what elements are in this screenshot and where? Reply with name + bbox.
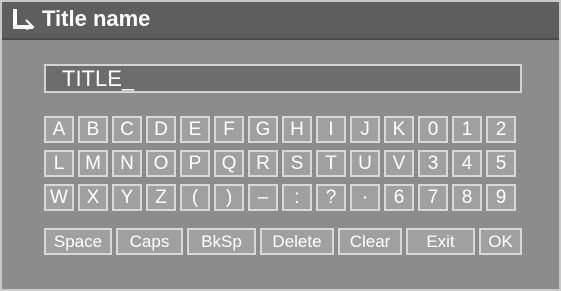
key-1-5[interactable]: Q xyxy=(214,150,244,177)
key-2-7[interactable]: : xyxy=(282,184,312,211)
key-2-3[interactable]: Z xyxy=(146,184,176,211)
key-0-7[interactable]: H xyxy=(282,116,312,143)
key-0-13[interactable]: 2 xyxy=(486,116,516,143)
title-name-dialog: Title name TITLE_ ABCDEFGHIJK012LMNOPQRS… xyxy=(0,0,561,291)
key-0-10[interactable]: K xyxy=(384,116,414,143)
space-key[interactable]: Space xyxy=(44,228,112,255)
key-1-9[interactable]: U xyxy=(350,150,380,177)
key-2-1[interactable]: X xyxy=(78,184,108,211)
key-1-13[interactable]: 5 xyxy=(486,150,516,177)
key-1-7[interactable]: S xyxy=(282,150,312,177)
key-0-6[interactable]: G xyxy=(248,116,278,143)
key-2-9[interactable]: · xyxy=(350,184,380,211)
key-0-9[interactable]: J xyxy=(350,116,380,143)
clear-key[interactable]: Clear xyxy=(338,228,402,255)
bksp-key[interactable]: BkSp xyxy=(187,228,256,255)
key-1-8[interactable]: T xyxy=(316,150,346,177)
caps-key[interactable]: Caps xyxy=(116,228,183,255)
key-1-11[interactable]: 3 xyxy=(418,150,448,177)
key-0-12[interactable]: 1 xyxy=(452,116,482,143)
key-0-2[interactable]: C xyxy=(112,116,142,143)
title-bar: Title name xyxy=(2,2,559,40)
key-1-0[interactable]: L xyxy=(44,150,74,177)
key-1-12[interactable]: 4 xyxy=(452,150,482,177)
key-0-0[interactable]: A xyxy=(44,116,74,143)
title-entry-field[interactable]: TITLE_ xyxy=(44,64,522,93)
key-0-11[interactable]: 0 xyxy=(418,116,448,143)
key-1-3[interactable]: O xyxy=(146,150,176,177)
key-2-0[interactable]: W xyxy=(44,184,74,211)
key-1-10[interactable]: V xyxy=(384,150,414,177)
key-0-3[interactable]: D xyxy=(146,116,176,143)
key-2-4[interactable]: ( xyxy=(180,184,210,211)
key-1-1[interactable]: M xyxy=(78,150,108,177)
key-2-12[interactable]: 8 xyxy=(452,184,482,211)
corner-arrow-icon xyxy=(13,9,35,30)
key-2-13[interactable]: 9 xyxy=(486,184,516,211)
key-2-11[interactable]: 7 xyxy=(418,184,448,211)
key-0-5[interactable]: F xyxy=(214,116,244,143)
key-2-6[interactable]: – xyxy=(248,184,278,211)
key-0-4[interactable]: E xyxy=(180,116,210,143)
key-1-4[interactable]: P xyxy=(180,150,210,177)
dialog-title: Title name xyxy=(42,6,151,31)
key-2-10[interactable]: 6 xyxy=(384,184,414,211)
ok-key[interactable]: OK xyxy=(479,228,522,255)
key-0-1[interactable]: B xyxy=(78,116,108,143)
key-1-2[interactable]: N xyxy=(112,150,142,177)
key-0-8[interactable]: I xyxy=(316,116,346,143)
exit-key[interactable]: Exit xyxy=(406,228,475,255)
key-1-6[interactable]: R xyxy=(248,150,278,177)
key-2-8[interactable]: ? xyxy=(316,184,346,211)
key-2-5[interactable]: ) xyxy=(214,184,244,211)
delete-key[interactable]: Delete xyxy=(260,228,334,255)
key-2-2[interactable]: Y xyxy=(112,184,142,211)
